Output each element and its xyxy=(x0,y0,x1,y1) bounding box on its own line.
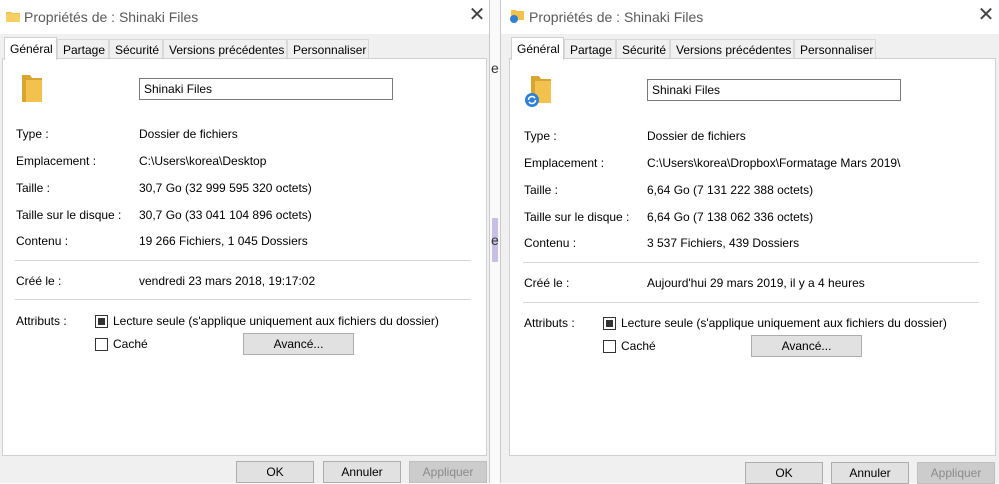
folder-name-input[interactable]: Shinaki Files xyxy=(647,79,901,101)
tab-bar: Général Partage Sécurité Versions précéd… xyxy=(0,34,489,60)
tab-general[interactable]: Général xyxy=(511,37,564,60)
title-bar[interactable]: Propriétés de : Shinaki Files ✕ xyxy=(0,0,489,34)
separator xyxy=(15,260,471,261)
close-button[interactable]: ✕ xyxy=(971,4,999,28)
hidden-checkbox[interactable] xyxy=(95,338,108,351)
advanced-button[interactable]: Avancé... xyxy=(751,335,862,357)
tab-previous-versions[interactable]: Versions précédentes xyxy=(163,39,287,59)
window-title: Propriétés de : Shinaki Files xyxy=(24,9,199,25)
type-label: Type : xyxy=(524,129,557,143)
cancel-button[interactable]: Annuler xyxy=(323,461,401,483)
tab-customize[interactable]: Personnaliser xyxy=(794,39,876,59)
tab-general[interactable]: Général xyxy=(4,37,57,60)
readonly-checkbox[interactable] xyxy=(603,317,616,330)
ok-button[interactable]: OK xyxy=(236,461,314,483)
tab-security[interactable]: Sécurité xyxy=(616,39,670,59)
separator xyxy=(15,299,471,300)
close-button[interactable]: ✕ xyxy=(462,4,492,28)
location-value: C:\Users\korea\Desktop xyxy=(139,154,267,168)
type-value: Dossier de fichiers xyxy=(647,129,746,143)
location-label: Emplacement : xyxy=(524,156,605,170)
attributes-label: Attributs : xyxy=(16,314,67,328)
attributes-label: Attributs : xyxy=(524,316,575,330)
size-on-disk-label: Taille sur le disque : xyxy=(16,208,122,222)
window-title: Propriétés de : Shinaki Files xyxy=(529,9,704,25)
properties-dialog-desktop: Propriétés de : Shinaki Files ✕ Général … xyxy=(0,0,490,483)
size-value: 6,64 Go (7 131 222 388 octets) xyxy=(647,183,814,197)
size-on-disk-label: Taille sur le disque : xyxy=(524,210,630,224)
readonly-label: Lecture seule (s'applique uniquement aux… xyxy=(113,314,439,328)
apply-button[interactable]: Appliquer xyxy=(917,462,995,484)
hidden-checkbox[interactable] xyxy=(603,340,616,353)
created-value: vendredi 23 mars 2018, 19:17:02 xyxy=(139,274,316,288)
apply-button[interactable]: Appliquer xyxy=(409,461,487,483)
ok-button[interactable]: OK xyxy=(745,462,823,484)
title-bar[interactable]: Propriétés de : Shinaki Files ✕ xyxy=(501,0,999,34)
type-label: Type : xyxy=(16,127,49,141)
created-value: Aujourd'hui 29 mars 2019, il y a 4 heure… xyxy=(647,276,865,290)
size-on-disk-value: 30,7 Go (33 041 104 896 octets) xyxy=(139,208,312,222)
tab-bar: Général Partage Sécurité Versions précéd… xyxy=(501,34,999,60)
background-window-sliver: e e xyxy=(490,0,500,483)
readonly-checkbox[interactable] xyxy=(95,315,108,328)
folder-sync-icon xyxy=(525,76,551,107)
size-value: 30,7 Go (32 999 595 320 octets) xyxy=(139,181,312,195)
tab-sharing[interactable]: Partage xyxy=(57,39,109,59)
contents-label: Contenu : xyxy=(16,234,69,248)
contents-value: 3 537 Fichiers, 439 Dossiers xyxy=(647,236,800,250)
size-on-disk-value: 6,64 Go (7 138 062 336 octets) xyxy=(647,210,814,224)
size-label: Taille : xyxy=(524,183,559,197)
tab-security[interactable]: Sécurité xyxy=(109,39,163,59)
separator xyxy=(523,262,979,263)
location-label: Emplacement : xyxy=(16,154,97,168)
contents-value: 19 266 Fichiers, 1 045 Dossiers xyxy=(139,234,308,248)
hidden-label: Caché xyxy=(113,337,148,351)
background-text: e xyxy=(491,60,499,76)
properties-dialog-dropbox: Propriétés de : Shinaki Files ✕ Général … xyxy=(500,0,999,484)
size-label: Taille : xyxy=(16,181,51,195)
created-label: Créé le : xyxy=(16,274,62,288)
folder-icon xyxy=(22,75,42,102)
tab-previous-versions[interactable]: Versions précédentes xyxy=(670,39,794,59)
general-panel: Shinaki Files Type : Dossier de fichiers… xyxy=(2,58,487,456)
background-text: e xyxy=(491,232,499,248)
readonly-label: Lecture seule (s'applique uniquement aux… xyxy=(621,316,947,330)
general-panel: Shinaki Files Type : Dossier de fichiers… xyxy=(509,58,996,456)
tab-customize[interactable]: Personnaliser xyxy=(287,39,369,59)
location-value: C:\Users\korea\Dropbox\Formatage Mars 20… xyxy=(647,156,901,170)
folder-sync-icon xyxy=(510,10,524,23)
advanced-button[interactable]: Avancé... xyxy=(243,333,354,355)
cancel-button[interactable]: Annuler xyxy=(831,462,909,484)
contents-label: Contenu : xyxy=(524,236,577,250)
type-value: Dossier de fichiers xyxy=(139,127,238,141)
separator xyxy=(523,302,979,303)
created-label: Créé le : xyxy=(524,276,570,290)
folder-name-input[interactable]: Shinaki Files xyxy=(139,78,393,100)
tab-sharing[interactable]: Partage xyxy=(564,39,616,59)
hidden-label: Caché xyxy=(621,339,656,353)
folder-icon xyxy=(6,12,20,22)
